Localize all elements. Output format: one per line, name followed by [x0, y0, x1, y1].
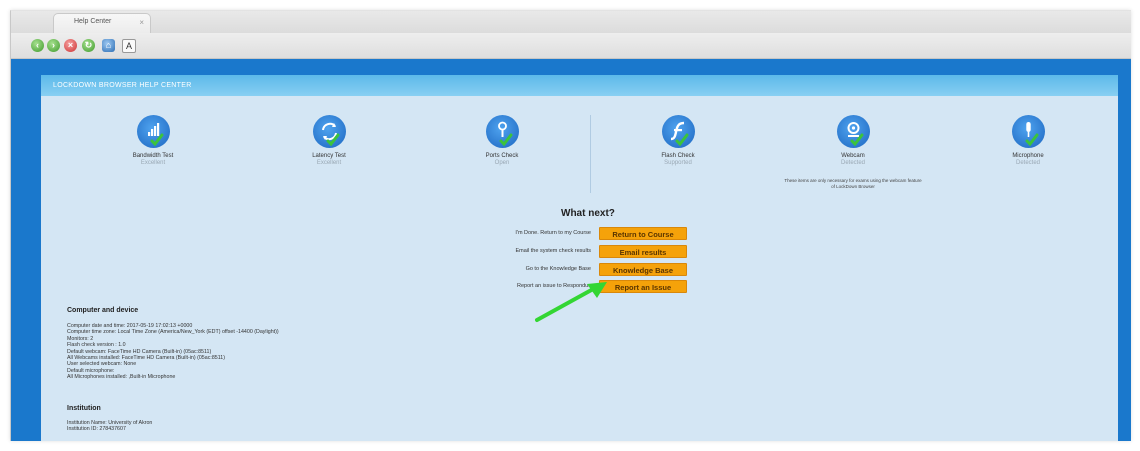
- help-center-panel: LOCKDOWN BROWSER HELP CENTER Bandwidth T…: [41, 75, 1118, 441]
- check-flash: Flash Check Supported: [623, 115, 733, 166]
- action-label: Email the system check results: [515, 248, 592, 254]
- computer-section-title: Computer and device: [67, 307, 139, 314]
- stop-icon[interactable]: ×: [64, 39, 77, 52]
- back-icon[interactable]: ‹: [31, 39, 44, 52]
- section-divider: [590, 115, 591, 193]
- check-webcam: Webcam Detected: [798, 115, 908, 166]
- check-status: Excellent: [140, 160, 166, 166]
- detail-line: Computer time zone: Local Time Zone (Ame…: [67, 329, 279, 336]
- webcam-icon: [836, 115, 870, 148]
- browser-window: Help Center × ‹ › × ↻ ⌂ A LOCKDOWN BROWS…: [10, 10, 1131, 441]
- webcam-note: These items are only necessary for exams…: [784, 178, 922, 189]
- check-microphone: Microphone Detected: [973, 115, 1083, 166]
- font-size-icon[interactable]: A: [122, 39, 136, 53]
- panel-header: LOCKDOWN BROWSER HELP CENTER: [41, 75, 1118, 96]
- detail-line: All Microphones installed: ,Built-in Mic…: [67, 374, 176, 381]
- flash-icon: [661, 115, 695, 148]
- return-to-course-button[interactable]: Return to Course: [599, 227, 687, 240]
- check-status: Excellent: [316, 160, 342, 166]
- check-status: Supported: [664, 160, 692, 166]
- action-row-return: I'm Done. Return to my Course Return to …: [401, 227, 801, 241]
- check-status: Detected: [1015, 160, 1040, 166]
- tab-title: Help Center: [74, 18, 112, 25]
- knowledge-base-button[interactable]: Knowledge Base: [599, 263, 687, 276]
- check-ports: Ports Check Open: [447, 115, 557, 166]
- tab-close-icon[interactable]: ×: [139, 18, 144, 27]
- check-title: Latency Test: [312, 153, 346, 159]
- tab-bar: Help Center ×: [11, 11, 1131, 33]
- forward-icon[interactable]: ›: [47, 39, 60, 52]
- check-status: Open: [494, 160, 510, 166]
- ports-icon: [485, 115, 519, 148]
- check-title: Flash Check: [661, 153, 695, 159]
- check-title: Bandwidth Test: [132, 153, 174, 159]
- check-status: Detected: [840, 160, 865, 166]
- tab-help-center[interactable]: Help Center ×: [53, 13, 151, 33]
- action-row-email: Email the system check results Email res…: [401, 245, 801, 259]
- action-label: Go to the Knowledge Base: [525, 266, 591, 272]
- latency-icon: [312, 115, 346, 148]
- what-next-title: What next?: [561, 208, 615, 219]
- check-title: Microphone: [1012, 153, 1044, 159]
- check-title: Webcam: [841, 153, 865, 159]
- institution-section-title: Institution: [67, 405, 101, 412]
- check-latency: Latency Test Excellent: [274, 115, 384, 166]
- action-row-knowledge: Go to the Knowledge Base Knowledge Base: [401, 263, 801, 277]
- reload-icon[interactable]: ↻: [82, 39, 95, 52]
- institution-details: Institution Name: University of Akron In…: [67, 420, 152, 433]
- check-bandwidth: Bandwidth Test Excellent: [98, 115, 208, 166]
- computer-details: Computer date and time: 2017-05-19 17:02…: [67, 323, 279, 381]
- check-title: Ports Check: [485, 153, 519, 159]
- toolbar: ‹ › × ↻ ⌂ A: [11, 33, 1131, 59]
- home-icon[interactable]: ⌂: [102, 39, 115, 52]
- microphone-icon: [1011, 115, 1045, 148]
- green-arrow-annotation: [535, 282, 607, 322]
- detail-line: Institution ID: 278437607: [67, 426, 126, 433]
- bandwidth-icon: [136, 115, 170, 148]
- action-label: I'm Done. Return to my Course: [515, 230, 591, 236]
- email-results-button[interactable]: Email results: [599, 245, 687, 258]
